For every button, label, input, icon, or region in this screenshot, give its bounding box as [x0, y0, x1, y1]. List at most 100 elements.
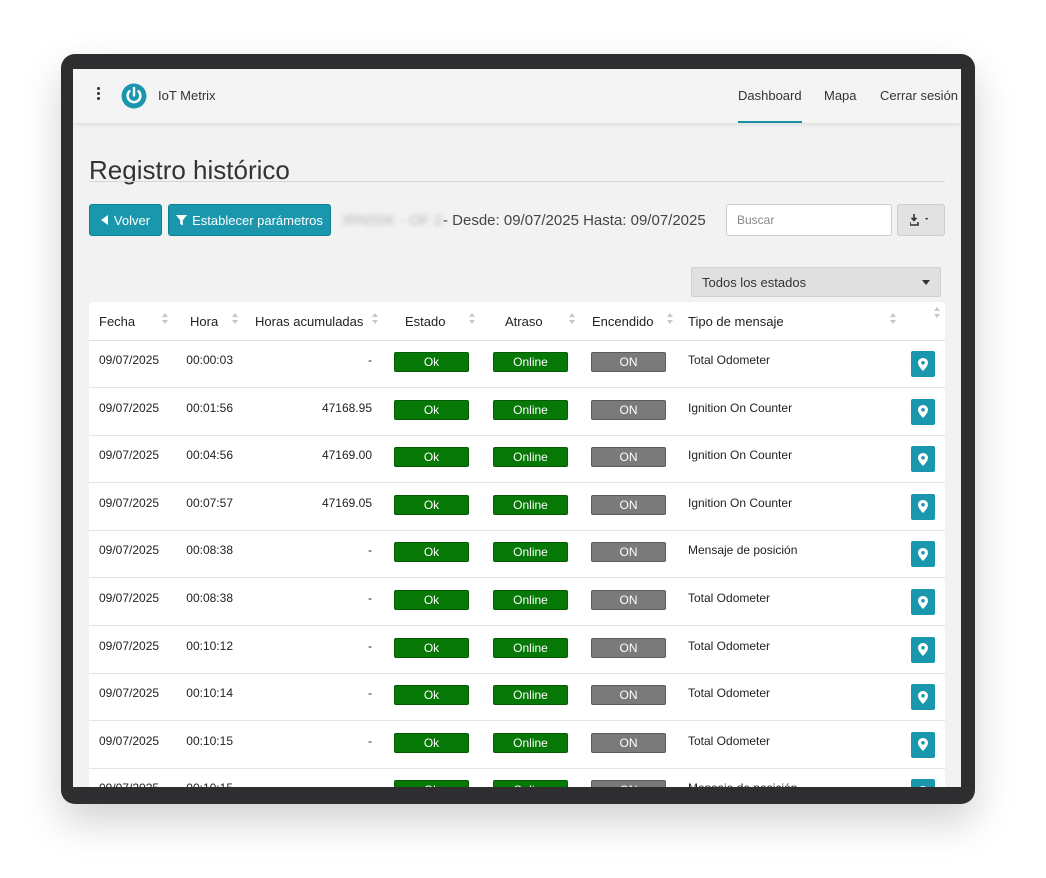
history-table: Fecha Hora Horas acumuladas Estado Atras…: [89, 302, 945, 787]
cell-tipo-mensaje: Ignition On Counter: [688, 495, 793, 510]
cell-tipo-mensaje: Total Odometer: [688, 591, 771, 605]
col-encendido[interactable]: Encendido: [592, 314, 653, 329]
map-location-button[interactable]: [911, 351, 935, 377]
status-filter-value: Todos los estados: [702, 275, 807, 290]
map-pin-icon: [918, 595, 928, 609]
sort-icon[interactable]: [934, 307, 940, 321]
map-location-button[interactable]: [911, 636, 935, 663]
ignition-badge: ON: [591, 352, 666, 372]
status-badge: Ok: [394, 780, 469, 787]
set-parameters-label: Establecer parámetros: [192, 212, 323, 228]
sort-icon[interactable]: [372, 313, 378, 327]
status-badge: Ok: [394, 637, 469, 658]
col-tipo-mensaje[interactable]: Tipo de mensaje: [688, 314, 784, 329]
delay-badge: Online: [493, 590, 568, 610]
sort-icon[interactable]: [469, 313, 475, 327]
chevron-down-icon: [922, 280, 930, 285]
map-pin-icon: [918, 357, 928, 371]
delay-badge: Online: [493, 352, 568, 372]
table-row: 09/07/2025 00:10:15 - Ok Online ON Total…: [89, 721, 945, 769]
ignition-badge: ON: [591, 542, 666, 563]
map-location-button[interactable]: [911, 446, 935, 473]
cell-hora: 00:04:56: [186, 448, 233, 463]
back-button-label: Volver: [113, 212, 151, 228]
filter-icon: [176, 214, 188, 225]
map-pin-icon: [918, 690, 928, 704]
cell-tipo-mensaje: Total Odometer: [688, 733, 771, 748]
status-badge: Ok: [394, 352, 469, 372]
cell-fecha: 09/07/2025: [99, 400, 160, 415]
cell-tipo-mensaje: Total Odometer: [688, 686, 771, 701]
cell-fecha: 09/07/2025: [99, 353, 160, 367]
download-icon: [910, 214, 929, 226]
map-location-button[interactable]: [911, 541, 935, 568]
map-location-button[interactable]: [911, 684, 935, 711]
table-header: Fecha Hora Horas acumuladas Estado Atras…: [89, 302, 945, 341]
map-pin-icon: [918, 643, 928, 657]
status-badge: Ok: [394, 542, 469, 563]
cell-hora: 00:08:38: [186, 591, 233, 605]
delay-badge: Online: [493, 494, 568, 515]
table-row: 09/07/2025 00:10:12 - Ok Online ON Total…: [89, 626, 945, 674]
status-badge: Ok: [394, 399, 469, 420]
ignition-badge: ON: [591, 685, 666, 706]
nav-dashboard[interactable]: Dashboard: [738, 88, 802, 123]
date-range-text: - Desde: 09/07/2025 Hasta: 09/07/2025: [443, 212, 706, 229]
map-location-button[interactable]: [911, 493, 935, 520]
top-navbar: IoT Metrix Dashboard Mapa Cerrar sesión: [73, 69, 961, 123]
delay-badge: Online: [493, 780, 568, 787]
col-hora[interactable]: Hora: [190, 314, 218, 329]
kebab-menu-icon[interactable]: [95, 87, 101, 105]
cell-tipo-mensaje: Total Odometer: [688, 353, 771, 367]
col-horas-acumuladas[interactable]: Horas acumuladas: [255, 314, 363, 329]
cell-horas-acumuladas: -: [368, 733, 372, 748]
ignition-badge: ON: [591, 494, 666, 515]
table-row: 09/07/2025 00:04:56 47169.00 Ok Online O…: [89, 435, 945, 484]
status-filter-select[interactable]: Todos los estados: [691, 267, 941, 297]
table-row: 09/07/2025 00:01:56 47168.95 Ok Online O…: [89, 388, 945, 436]
back-button[interactable]: Volver: [89, 204, 162, 236]
map-pin-icon: [918, 547, 928, 561]
brand-name: IoT Metrix: [158, 88, 216, 103]
col-estado[interactable]: Estado: [405, 314, 445, 329]
sort-icon[interactable]: [162, 313, 168, 327]
cell-horas-acumuladas: -: [368, 353, 372, 367]
cell-tipo-mensaje: Ignition On Counter: [688, 400, 793, 415]
map-location-button[interactable]: [911, 589, 935, 615]
map-location-button[interactable]: [911, 779, 935, 787]
nav-mapa[interactable]: Mapa: [824, 88, 857, 103]
caret-left-icon: [100, 215, 108, 225]
ignition-badge: ON: [591, 447, 666, 468]
map-location-button[interactable]: [911, 731, 935, 758]
cell-hora: 00:10:15: [186, 781, 233, 787]
col-fecha[interactable]: Fecha: [99, 314, 135, 329]
download-button[interactable]: [897, 204, 945, 236]
map-location-button[interactable]: [911, 398, 935, 425]
cell-hora: 00:07:57: [186, 495, 233, 510]
cell-tipo-mensaje: Ignition On Counter: [688, 448, 793, 463]
set-parameters-button[interactable]: Establecer parámetros: [168, 204, 331, 236]
cell-tipo-mensaje: Total Odometer: [688, 638, 771, 653]
cell-fecha: 09/07/2025: [99, 591, 160, 605]
cell-horas-acumuladas: -: [368, 638, 372, 653]
device-name: IRN55K - OF 2: [343, 212, 443, 229]
col-atraso[interactable]: Atraso: [505, 314, 543, 329]
sort-icon[interactable]: [569, 313, 575, 327]
table-row: 09/07/2025 00:08:38 - Ok Online ON Mensa…: [89, 530, 945, 579]
sort-icon[interactable]: [667, 313, 673, 327]
cell-horas-acumuladas: 47169.00: [321, 448, 372, 463]
cell-horas-acumuladas: 47168.95: [321, 400, 372, 415]
search-input[interactable]: [726, 204, 892, 236]
cell-fecha: 09/07/2025: [99, 543, 160, 558]
delay-badge: Online: [493, 399, 568, 420]
map-pin-icon: [918, 405, 928, 419]
status-badge: Ok: [394, 494, 469, 515]
delay-badge: Online: [493, 542, 568, 563]
cell-fecha: 09/07/2025: [99, 448, 160, 463]
cell-horas-acumuladas: 47169.05: [321, 495, 372, 510]
nav-cerrar-sesion[interactable]: Cerrar sesión: [880, 88, 958, 103]
cell-horas-acumuladas: -: [368, 543, 372, 558]
sort-icon[interactable]: [232, 313, 238, 327]
sort-icon[interactable]: [890, 313, 896, 327]
table-row: 09/07/2025 00:10:15 - Ok Online ON Mensa…: [89, 768, 945, 787]
